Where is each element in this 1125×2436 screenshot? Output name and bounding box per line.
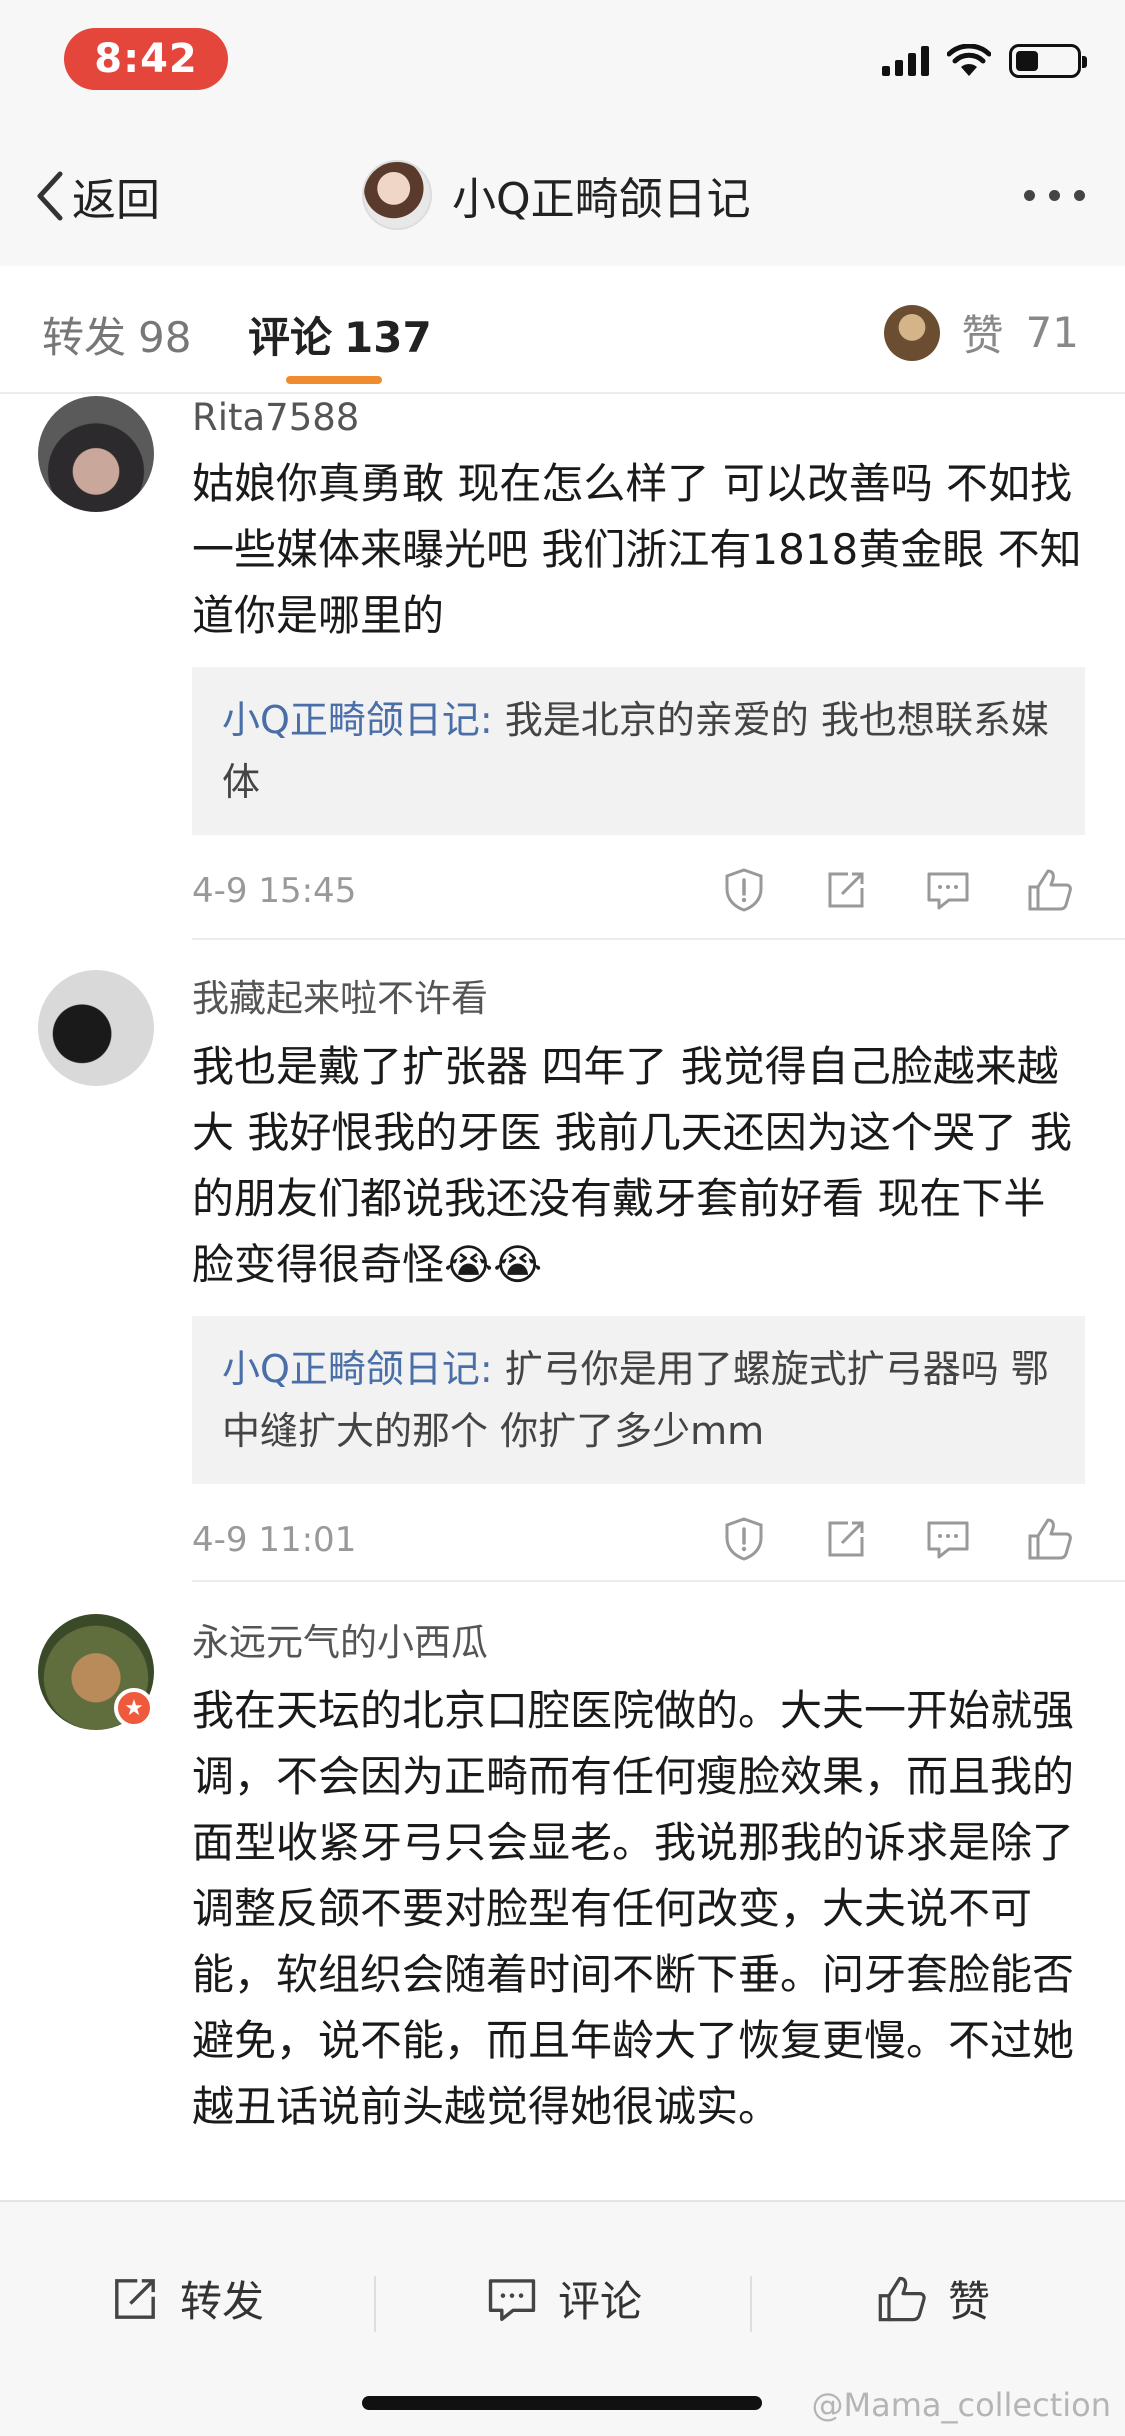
tab-like-label: 赞 (961, 311, 1004, 360)
toolbar-separator (750, 2276, 752, 2332)
back-label: 返回 (72, 175, 160, 226)
comment-icon (927, 1521, 969, 1559)
tab-comment-label: 评论 (248, 313, 333, 362)
comment-icon (927, 872, 969, 910)
like-button[interactable] (1021, 1510, 1079, 1568)
thumbs-up-icon (1028, 1518, 1072, 1560)
comment-body: 我藏起来啦不许看 我也是戴了扩张器 四年了 我觉得自己脸越来越大 我好恨我的牙医… (192, 968, 1085, 1570)
tab-comment[interactable]: 评论 137 (248, 304, 432, 365)
reply-box[interactable]: 小Q正畸颌日记: 我是北京的亲爱的 我也想联系媒体 (192, 667, 1085, 835)
comment-meta: 4-9 15:45 (192, 861, 1085, 921)
comment-button[interactable]: 评论 (486, 2268, 642, 2329)
report-button[interactable] (715, 1510, 773, 1568)
tab-bar: 转发 98 评论 137 赞 71 (0, 266, 1125, 394)
comment-username[interactable]: Rita7588 (192, 396, 1085, 439)
signal-icon (882, 46, 929, 76)
chevron-left-icon (37, 171, 63, 221)
reply-button[interactable] (919, 1510, 977, 1568)
tab-repost-label: 转发 (42, 313, 127, 362)
shield-alert-icon (725, 868, 763, 912)
comment-icon (488, 2278, 536, 2321)
tab-comment-count: 137 (344, 313, 432, 362)
tab-repost[interactable]: 转发 98 (42, 304, 191, 365)
comment-text: 姑娘你真勇敢 现在怎么样了 可以改善吗 不如找一些媒体来曝光吧 我们浙江有181… (192, 459, 1082, 640)
author-avatar (362, 160, 432, 230)
toolbar-separator (374, 2276, 376, 2332)
watermark: @Mama_collection (811, 2386, 1111, 2424)
comment-time: 4-9 15:45 (192, 871, 357, 911)
more-dot-icon (1024, 190, 1035, 201)
reply-author[interactable]: 小Q正畸颌日记: (222, 698, 493, 742)
tab-repost-count: 98 (138, 313, 192, 362)
comment-actions (715, 1510, 1079, 1568)
share-icon (828, 872, 864, 908)
avatar[interactable] (38, 970, 154, 1086)
verified-badge-icon: ★ (114, 1688, 154, 1728)
wifi-icon (947, 44, 991, 76)
nav-title[interactable]: 小Q正畸颌日记 (362, 160, 751, 230)
comment-meta: 4-9 11:01 (192, 1510, 1085, 1570)
active-tab-indicator (286, 376, 382, 384)
divider (192, 938, 1125, 940)
like-label: 赞 (948, 2277, 991, 2326)
repost-label: 转发 (180, 2277, 265, 2326)
reply-button[interactable] (919, 861, 977, 919)
comment-body: Rita7588 姑娘你真勇敢 现在怎么样了 可以改善吗 不如找一些媒体来曝光吧… (192, 396, 1085, 921)
share-button[interactable] (817, 1510, 875, 1568)
tab-like[interactable]: 赞 71 (883, 302, 1079, 363)
avatar[interactable] (38, 396, 154, 512)
comment-text: 我在天坛的北京口腔医院做的。大夫一开始就强调，不会因为正畸而有任何瘦脸效果，而且… (192, 1686, 1075, 2131)
nav-title-text: 小Q正畸颌日记 (452, 174, 751, 225)
repost-button[interactable]: 转发 (110, 2268, 264, 2329)
share-icon (828, 1521, 864, 1557)
comment-label: 评论 (558, 2277, 643, 2326)
comment-actions (715, 861, 1079, 919)
reply-box[interactable]: 小Q正畸颌日记: 扩弓你是用了螺旋式扩弓器吗 鄂中缝扩大的那个 你扩了多少mm (192, 1316, 1085, 1484)
thumbs-up-icon (1028, 869, 1072, 911)
liker-avatar (883, 304, 940, 361)
comment-username[interactable]: 永远元气的小西瓜 (192, 1612, 1085, 1666)
shield-alert-icon (725, 1517, 763, 1561)
comment-text: 我也是戴了扩张器 四年了 我觉得自己脸越来越大 我好恨我的牙医 我前几天还因为这… (192, 1042, 1073, 1289)
nav-bar: 返回 小Q正畸颌日记 (0, 120, 1125, 266)
like-button[interactable] (1021, 861, 1079, 919)
reply-author[interactable]: 小Q正畸颌日记: (222, 1347, 493, 1391)
tab-like-count: 71 (1025, 308, 1079, 357)
like-toolbar-button[interactable]: 赞 (876, 2268, 990, 2329)
home-indicator[interactable] (362, 2396, 762, 2410)
comment-body: 永远元气的小西瓜 我在天坛的北京口腔医院做的。大夫一开始就强调，不会因为正畸而有… (192, 1612, 1085, 2140)
status-time: 8:42 (64, 28, 228, 90)
status-bar: 8:42 (0, 0, 1125, 120)
divider (192, 1580, 1125, 1582)
share-button[interactable] (817, 861, 875, 919)
thumbs-up-icon (878, 2276, 926, 2321)
status-icons (882, 44, 1087, 78)
back-button[interactable]: 返回 (34, 164, 160, 228)
report-button[interactable] (715, 861, 773, 919)
battery-icon (1009, 44, 1087, 78)
comment-time: 4-9 11:01 (192, 1520, 357, 1560)
share-icon (115, 2278, 155, 2319)
more-button[interactable] (1024, 190, 1085, 201)
comment-username[interactable]: 我藏起来啦不许看 (192, 968, 1085, 1022)
